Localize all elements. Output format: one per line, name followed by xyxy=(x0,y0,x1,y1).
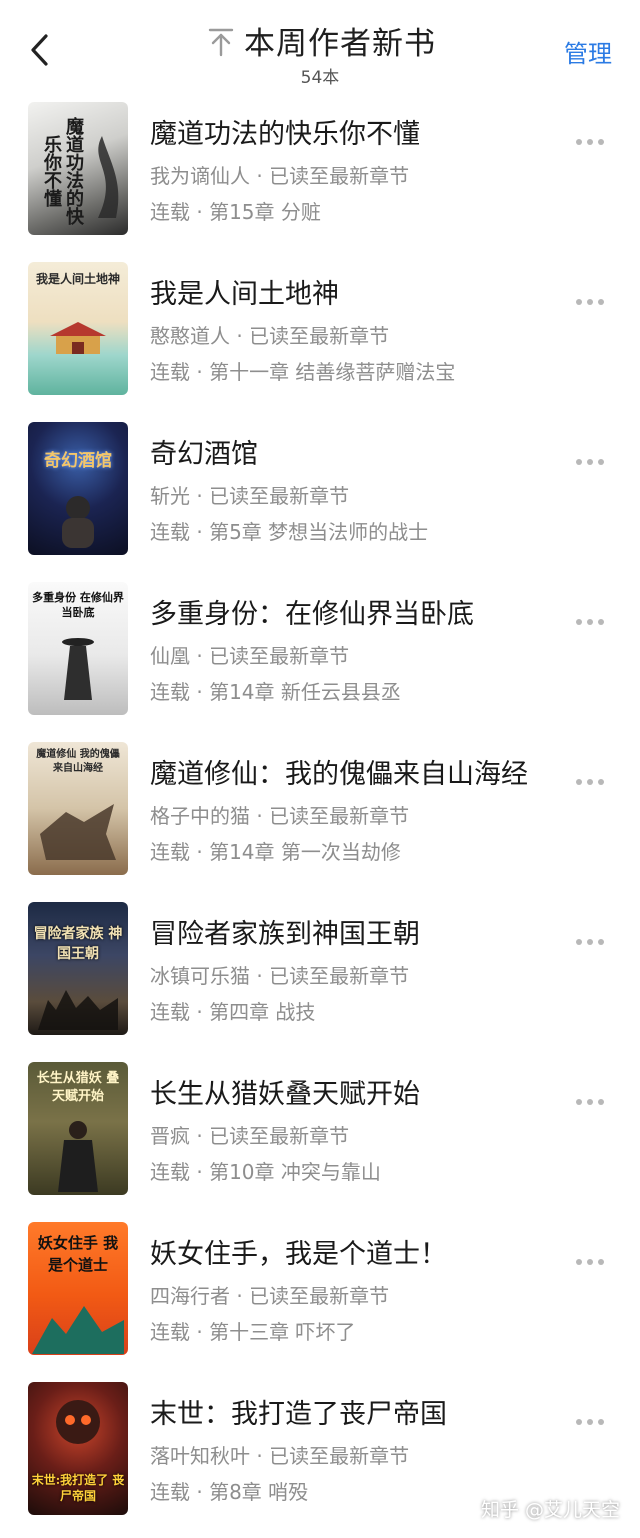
book-title[interactable]: 我是人间土地神 xyxy=(150,272,339,311)
book-item[interactable]: 魔道修仙 我的傀儡来自山海经 魔道修仙：我的傀儡来自山海经 格子中的猫 · 已读… xyxy=(0,738,640,898)
more-options-icon[interactable] xyxy=(576,610,610,625)
status-line: 连载 · 第十一章 结善缘菩萨赠法宝 xyxy=(150,360,456,384)
cover-title: 妖女住手 我是个道士 xyxy=(37,1234,119,1274)
more-options-icon[interactable] xyxy=(576,1410,610,1425)
cover-title: 魔道功法的快乐你不懂 xyxy=(41,117,84,225)
status-line: 连载 · 第10章 冲突与靠山 xyxy=(150,1160,381,1184)
header: 本周作者新书 54本 管理 xyxy=(0,0,640,92)
book-cover[interactable]: 魔道修仙 我的傀儡来自山海经 xyxy=(28,742,128,875)
status-line: 连载 · 第14章 第一次当劫修 xyxy=(150,840,401,864)
author-line: 晋疯 · 已读至最新章节 xyxy=(150,1124,350,1148)
book-title[interactable]: 多重身份：在修仙界当卧底 xyxy=(150,592,474,631)
cover-title: 末世:我打造了 丧尸帝国 xyxy=(31,1473,125,1503)
book-title[interactable]: 妖女住手，我是个道士！ xyxy=(150,1232,447,1271)
manage-button[interactable]: 管理 xyxy=(564,34,612,69)
more-options-icon[interactable] xyxy=(576,290,610,305)
book-cover[interactable]: 奇幻酒馆 xyxy=(28,422,128,555)
author-line: 憨憨道人 · 已读至最新章节 xyxy=(150,324,390,348)
ink-figure-icon xyxy=(98,136,119,218)
page-title: 本周作者新书 xyxy=(244,26,436,62)
beast-figure-icon xyxy=(40,804,116,860)
skull-icon xyxy=(56,1400,100,1444)
book-cover[interactable]: 末世:我打造了 丧尸帝国 xyxy=(28,1382,128,1515)
book-item[interactable]: 魔道功法的快乐你不懂 魔道功法的快乐你不懂 我为谪仙人 · 已读至最新章节 连载… xyxy=(0,98,640,258)
book-cover[interactable]: 我是人间土地神 xyxy=(28,262,128,395)
author-line: 冰镇可乐猫 · 已读至最新章节 xyxy=(150,964,410,988)
warrior-figure-icon xyxy=(58,1121,98,1192)
book-cover[interactable]: 冒险者家族 神国王朝 xyxy=(28,902,128,1035)
book-cover[interactable]: 多重身份 在修仙界当卧底 xyxy=(28,582,128,715)
cover-title: 魔道修仙 我的傀儡来自山海经 xyxy=(36,749,120,774)
mountain-landscape-icon xyxy=(32,1306,124,1354)
book-item[interactable]: 冒险者家族 神国王朝 冒险者家族到神国王朝 冰镇可乐猫 · 已读至最新章节 连载… xyxy=(0,898,640,1058)
status-line: 连载 · 第15章 分赃 xyxy=(150,200,321,224)
author-line: 斩光 · 已读至最新章节 xyxy=(150,484,350,508)
more-options-icon[interactable] xyxy=(576,1250,610,1265)
book-title[interactable]: 冒险者家族到神国王朝 xyxy=(150,912,420,951)
author-line: 仙凰 · 已读至最新章节 xyxy=(150,644,350,668)
book-item[interactable]: 我是人间土地神 我是人间土地神 憨憨道人 · 已读至最新章节 连载 · 第十一章… xyxy=(0,258,640,418)
temple-icon xyxy=(50,322,106,354)
book-title[interactable]: 末世：我打造了丧尸帝国 xyxy=(150,1392,447,1431)
more-options-icon[interactable] xyxy=(576,130,610,145)
book-list: 魔道功法的快乐你不懂 魔道功法的快乐你不懂 我为谪仙人 · 已读至最新章节 连载… xyxy=(0,98,640,1538)
more-options-icon[interactable] xyxy=(576,930,610,945)
cover-title: 冒险者家族 神国王朝 xyxy=(33,926,123,962)
author-line: 格子中的猫 · 已读至最新章节 xyxy=(150,804,410,828)
pin-to-top-icon[interactable] xyxy=(204,24,238,58)
cover-title: 奇幻酒馆 xyxy=(44,451,112,471)
bear-figure-icon xyxy=(62,496,94,548)
book-cover[interactable]: 妖女住手 我是个道士 xyxy=(28,1222,128,1355)
more-options-icon[interactable] xyxy=(576,1090,610,1105)
author-line: 四海行者 · 已读至最新章节 xyxy=(150,1284,390,1308)
more-options-icon[interactable] xyxy=(576,770,610,785)
status-line: 连载 · 第14章 新任云县县丞 xyxy=(150,680,401,704)
cover-title: 多重身份 在修仙界当卧底 xyxy=(32,591,124,619)
book-title[interactable]: 魔道修仙：我的傀儡来自山海经 xyxy=(150,752,528,791)
more-options-icon[interactable] xyxy=(576,450,610,465)
watermark: 知乎 @艾儿天空 xyxy=(480,1499,620,1521)
swordsman-figure-icon xyxy=(62,638,94,700)
book-cover[interactable]: 长生从猎妖 叠天赋开始 xyxy=(28,1062,128,1195)
book-item[interactable]: 多重身份 在修仙界当卧底 多重身份：在修仙界当卧底 仙凰 · 已读至最新章节 连… xyxy=(0,578,640,738)
book-item[interactable]: 奇幻酒馆 奇幻酒馆 斩光 · 已读至最新章节 连载 · 第5章 梦想当法师的战士 xyxy=(0,418,640,578)
book-item[interactable]: 长生从猎妖 叠天赋开始 长生从猎妖叠天赋开始 晋疯 · 已读至最新章节 连载 ·… xyxy=(0,1058,640,1218)
book-cover[interactable]: 魔道功法的快乐你不懂 xyxy=(28,102,128,235)
book-title[interactable]: 奇幻酒馆 xyxy=(150,432,258,471)
title-area: 本周作者新书 54本 xyxy=(0,18,640,88)
status-line: 连载 · 第5章 梦想当法师的战士 xyxy=(150,520,429,544)
status-line: 连载 · 第四章 战技 xyxy=(150,1000,316,1024)
book-title[interactable]: 魔道功法的快乐你不懂 xyxy=(150,112,420,151)
book-item[interactable]: 妖女住手 我是个道士 妖女住手，我是个道士！ 四海行者 · 已读至最新章节 连载… xyxy=(0,1218,640,1378)
author-line: 落叶知秋叶 · 已读至最新章节 xyxy=(150,1444,410,1468)
book-title[interactable]: 长生从猎妖叠天赋开始 xyxy=(150,1072,420,1111)
status-line: 连载 · 第8章 哨殁 xyxy=(150,1480,309,1504)
author-line: 我为谪仙人 · 已读至最新章节 xyxy=(150,164,410,188)
cover-title: 我是人间土地神 xyxy=(35,272,120,286)
book-count: 54本 xyxy=(300,68,340,88)
army-silhouette-icon xyxy=(38,990,118,1030)
status-line: 连载 · 第十三章 吓坏了 xyxy=(150,1320,356,1344)
cover-title: 长生从猎妖 叠天赋开始 xyxy=(36,1071,120,1104)
